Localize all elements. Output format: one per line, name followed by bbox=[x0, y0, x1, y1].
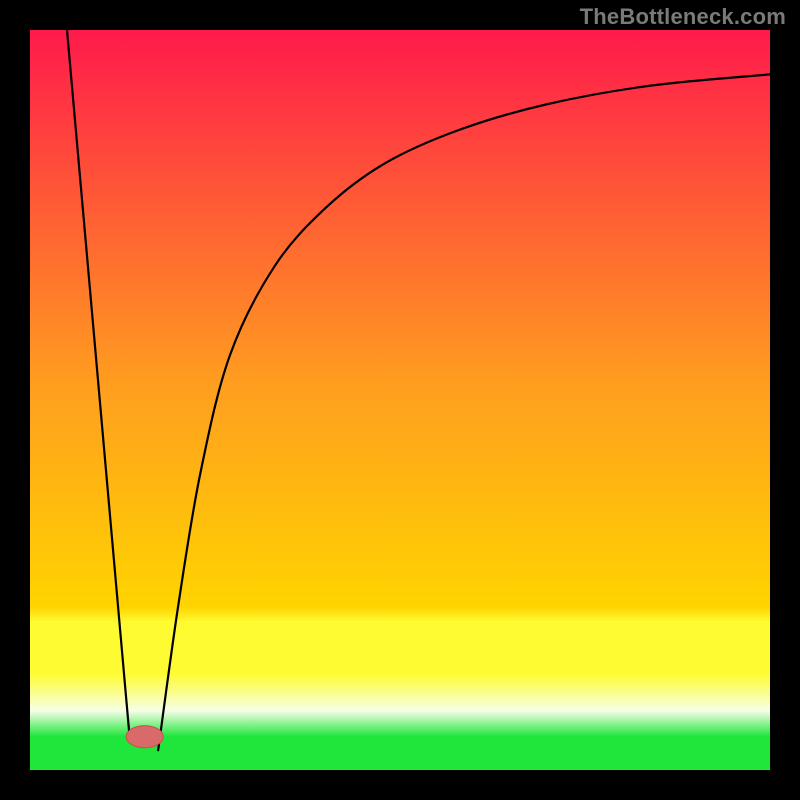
trough-marker bbox=[126, 726, 163, 748]
gradient-background bbox=[30, 30, 770, 770]
plot-area bbox=[30, 30, 770, 770]
chart-svg bbox=[30, 30, 770, 770]
chart-frame: TheBottleneck.com bbox=[0, 0, 800, 800]
watermark-text: TheBottleneck.com bbox=[580, 4, 786, 30]
